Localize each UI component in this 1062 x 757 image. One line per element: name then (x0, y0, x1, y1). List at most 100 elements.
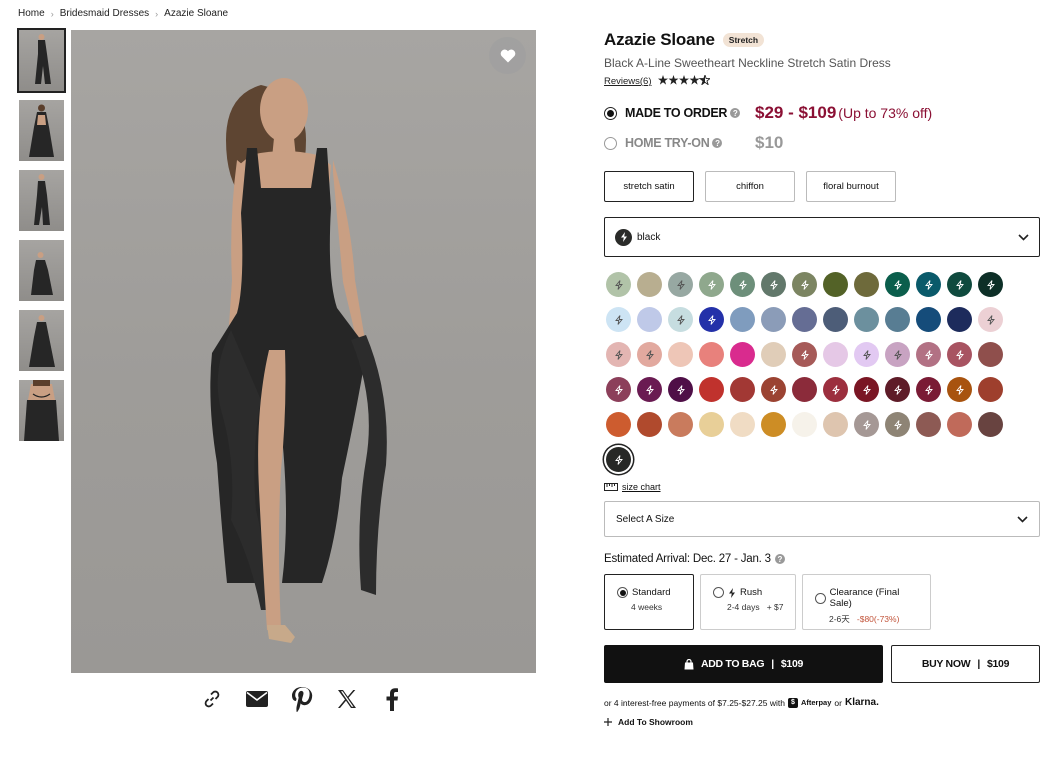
color-swatch[interactable] (730, 307, 755, 332)
color-swatch[interactable] (699, 307, 724, 332)
color-swatch[interactable] (606, 342, 631, 367)
color-swatch[interactable] (761, 412, 786, 437)
add-to-bag-button[interactable]: ADD TO BAG | $109 (604, 645, 883, 683)
made-to-order-radio[interactable] (604, 106, 617, 120)
product-main-image[interactable] (71, 30, 536, 673)
product-thumbnail[interactable] (19, 240, 64, 301)
color-dropdown[interactable]: black (604, 217, 1040, 257)
color-swatch[interactable] (637, 307, 662, 332)
color-swatch[interactable] (978, 412, 1003, 437)
color-swatch[interactable] (823, 412, 848, 437)
color-swatch[interactable] (916, 342, 941, 367)
fabric-option-floral-burnout[interactable]: floral burnout (806, 171, 896, 202)
product-thumbnail[interactable] (17, 28, 66, 93)
color-swatch[interactable] (885, 377, 910, 402)
color-swatch[interactable] (730, 342, 755, 367)
shipping-clearance[interactable]: Clearance (Final Sale) 2-6天 -$80(-73%) (802, 574, 931, 630)
color-swatch[interactable] (978, 377, 1003, 402)
color-swatch[interactable] (916, 412, 941, 437)
color-swatch[interactable] (823, 272, 848, 297)
help-icon[interactable]: ? (774, 554, 785, 564)
color-swatch[interactable] (761, 272, 786, 297)
home-tryon-radio[interactable] (604, 136, 617, 150)
help-icon[interactable]: ? (730, 108, 741, 118)
color-swatch[interactable] (668, 342, 693, 367)
color-swatch[interactable] (699, 377, 724, 402)
facebook-icon[interactable] (380, 687, 404, 711)
color-swatch[interactable] (730, 272, 755, 297)
color-swatch[interactable] (854, 272, 879, 297)
color-swatch[interactable] (761, 342, 786, 367)
size-chart-link[interactable]: size chart (604, 482, 1040, 492)
color-swatch[interactable] (854, 307, 879, 332)
color-swatch[interactable] (978, 342, 1003, 367)
email-icon[interactable] (245, 687, 269, 711)
made-to-order-option[interactable]: MADE TO ORDER ? $29 - $109 (Up to 73% of… (604, 102, 1040, 124)
color-swatch[interactable] (730, 377, 755, 402)
color-swatch[interactable] (637, 272, 662, 297)
color-swatch[interactable] (823, 377, 848, 402)
color-swatch[interactable] (668, 377, 693, 402)
add-to-showroom-link[interactable]: Add To Showroom (604, 717, 1040, 727)
favorite-button[interactable] (489, 37, 526, 74)
breadcrumb-home[interactable]: Home (18, 8, 45, 19)
color-swatch[interactable] (916, 272, 941, 297)
color-swatch[interactable] (916, 377, 941, 402)
color-swatch[interactable] (606, 377, 631, 402)
shipping-rush-radio[interactable] (713, 587, 724, 598)
color-swatch[interactable] (699, 412, 724, 437)
product-thumbnail[interactable] (19, 380, 64, 441)
color-swatch[interactable] (606, 412, 631, 437)
color-swatch[interactable] (854, 342, 879, 367)
color-swatch[interactable] (947, 342, 972, 367)
product-thumbnail[interactable] (19, 310, 64, 371)
color-swatch[interactable] (792, 377, 817, 402)
color-swatch[interactable] (792, 342, 817, 367)
color-swatch[interactable] (854, 377, 879, 402)
shipping-rush[interactable]: Rush 2-4 days + $7 (700, 574, 796, 630)
color-swatch[interactable] (885, 307, 910, 332)
color-swatch[interactable] (668, 272, 693, 297)
color-swatch[interactable] (885, 342, 910, 367)
help-icon[interactable]: ? (712, 138, 723, 148)
home-tryon-option[interactable]: HOME TRY-ON ? $10 (604, 132, 1040, 154)
color-swatch[interactable] (637, 342, 662, 367)
shipping-standard[interactable]: Standard 4 weeks (604, 574, 694, 630)
color-swatch[interactable] (761, 307, 786, 332)
color-swatch[interactable] (978, 272, 1003, 297)
color-swatch[interactable] (792, 412, 817, 437)
link-icon[interactable] (200, 687, 224, 711)
shipping-clearance-radio[interactable] (815, 592, 826, 604)
color-swatch[interactable] (854, 412, 879, 437)
product-thumbnail[interactable] (19, 100, 64, 161)
buy-now-button[interactable]: BUY NOW | $109 (891, 645, 1040, 683)
fabric-option-stretch-satin[interactable]: stretch satin (604, 171, 694, 202)
shipping-standard-radio[interactable] (617, 587, 628, 598)
color-swatch[interactable] (761, 377, 786, 402)
color-swatch[interactable] (947, 272, 972, 297)
color-swatch[interactable] (978, 307, 1003, 332)
color-swatch[interactable] (792, 307, 817, 332)
product-thumbnail[interactable] (19, 170, 64, 231)
color-swatch[interactable] (699, 342, 724, 367)
color-swatch[interactable] (823, 342, 848, 367)
fabric-option-chiffon[interactable]: chiffon (705, 171, 795, 202)
reviews-link[interactable]: Reviews(6) (604, 76, 652, 87)
pinterest-icon[interactable] (290, 687, 314, 712)
color-swatch[interactable] (885, 412, 910, 437)
color-swatch[interactable] (606, 272, 631, 297)
color-swatch[interactable] (947, 377, 972, 402)
breadcrumb-category[interactable]: Bridesmaid Dresses (60, 8, 149, 19)
color-swatch[interactable] (637, 377, 662, 402)
color-swatch[interactable] (947, 412, 972, 437)
color-swatch[interactable] (730, 412, 755, 437)
size-dropdown[interactable]: Select A Size (604, 501, 1040, 537)
color-swatch[interactable] (699, 272, 724, 297)
color-swatch[interactable] (947, 307, 972, 332)
color-swatch[interactable] (637, 412, 662, 437)
x-twitter-icon[interactable] (335, 687, 359, 711)
color-swatch[interactable] (792, 272, 817, 297)
color-swatch[interactable] (606, 307, 631, 332)
color-swatch[interactable] (823, 307, 848, 332)
color-swatch[interactable] (885, 272, 910, 297)
